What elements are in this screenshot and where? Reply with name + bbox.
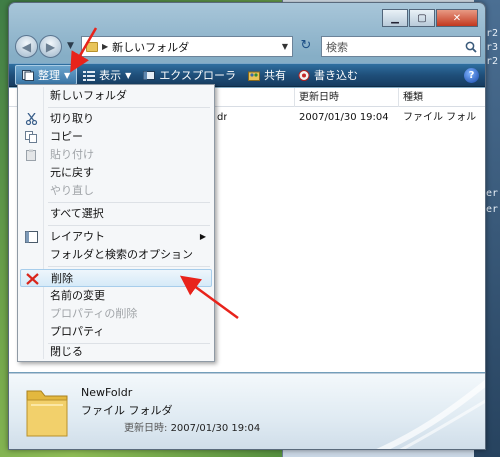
share-button[interactable]: 共有	[242, 64, 292, 86]
forward-button[interactable]: ▶	[39, 35, 62, 58]
navigation-bar: ◀ ▶ ▼ ▶ 新しいフォルダ ▼ ↻ 検索	[15, 35, 481, 61]
menu-item-paste[interactable]: 貼り付け	[20, 146, 212, 164]
menu-item-redo[interactable]: やり直し	[20, 182, 212, 200]
menu-item-label: 新しいフォルダ	[50, 89, 127, 102]
column-header-date[interactable]: 更新日時	[294, 88, 398, 107]
views-icon	[83, 70, 96, 81]
submenu-arrow-icon: ▶	[199, 232, 206, 241]
background-text: er	[485, 204, 498, 215]
detail-date-label: 更新日時:	[124, 423, 168, 434]
paste-icon	[26, 149, 36, 161]
menu-item-close[interactable]: 閉じる	[20, 343, 212, 361]
caption-buttons: ▁ ▢ ✕	[382, 9, 478, 27]
chevron-down-icon: ▼	[125, 70, 132, 80]
menu-item-new-folder[interactable]: 新しいフォルダ	[20, 87, 212, 105]
menu-item-copy[interactable]: コピー	[20, 128, 212, 146]
menu-item-label: 閉じる	[50, 345, 83, 358]
close-button[interactable]: ✕	[436, 9, 478, 27]
menu-item-label: すべて選択	[50, 207, 104, 220]
search-placeholder: 検索	[326, 40, 348, 54]
search-input[interactable]: 検索	[321, 36, 481, 57]
explorer-icon	[143, 70, 156, 80]
menu-item-label: 元に戻す	[50, 166, 94, 179]
menu-item-folder-options[interactable]: フォルダと検索のオプション	[20, 246, 212, 264]
menu-item-label: やり直し	[50, 184, 94, 197]
menu-separator	[48, 202, 210, 203]
organize-menu: 新しいフォルダ 切り取り コピー 貼り付け 元に戻す やり直し すべて選択 レイ…	[17, 84, 215, 362]
menu-item-select-all[interactable]: すべて選択	[20, 205, 212, 223]
menu-item-remove-properties[interactable]: プロパティの削除	[20, 305, 212, 323]
burn-disc-icon	[298, 69, 310, 81]
menu-item-label: 名前の変更	[50, 289, 105, 302]
scissors-icon	[25, 113, 38, 125]
decorative-swoosh	[376, 379, 485, 449]
menu-item-label: プロパティの削除	[50, 307, 138, 320]
detail-folder-name: NewFoldr	[81, 386, 133, 399]
layout-icon	[25, 231, 38, 243]
burn-label: 書き込む	[313, 69, 358, 82]
address-bar[interactable]: ▶ 新しいフォルダ ▼	[81, 36, 293, 57]
delete-x-icon	[26, 273, 39, 285]
menu-item-properties[interactable]: プロパティ	[20, 323, 212, 341]
breadcrumb-separator-icon[interactable]: ▶	[102, 42, 108, 51]
menu-item-label: プロパティ	[50, 325, 105, 338]
explorer-label: エクスプローラ	[159, 69, 236, 82]
folder-large-icon	[26, 390, 68, 437]
menu-item-delete[interactable]: 削除	[20, 269, 212, 287]
organize-button[interactable]: 整理 ▼	[15, 65, 78, 85]
file-date-cell: 2007/01/30 19:04	[299, 112, 389, 123]
menu-item-rename[interactable]: 名前の変更	[20, 287, 212, 305]
column-header-type[interactable]: 種類	[398, 88, 485, 107]
menu-item-cut[interactable]: 切り取り	[20, 110, 212, 128]
help-icon[interactable]: ?	[464, 67, 479, 83]
minimize-button[interactable]: ▁	[382, 9, 408, 27]
menu-separator	[48, 107, 210, 108]
views-label: 表示	[99, 69, 122, 82]
address-dropdown-icon[interactable]: ▼	[278, 42, 292, 51]
back-button[interactable]: ◀	[15, 35, 38, 58]
organize-icon	[22, 69, 34, 81]
menu-item-label: コピー	[50, 130, 83, 143]
copy-icon	[25, 131, 37, 143]
menu-item-layout[interactable]: レイアウト ▶	[20, 228, 212, 246]
burn-button[interactable]: 書き込む	[292, 64, 364, 86]
share-label: 共有	[263, 69, 286, 82]
file-type-cell: ファイル フォル	[403, 112, 477, 123]
menu-separator	[48, 225, 210, 226]
detail-modified-date: 更新日時: 2007/01/30 19:04	[124, 419, 260, 434]
recent-pages-dropdown[interactable]: ▼	[67, 41, 74, 51]
search-icon[interactable]	[465, 41, 477, 53]
organize-label: 整理	[38, 69, 60, 82]
share-icon	[247, 71, 260, 81]
details-pane: NewFoldr ファイル フォルダ 更新日時: 2007/01/30 19:0…	[9, 373, 485, 449]
chevron-down-icon: ▼	[64, 70, 71, 80]
menu-item-undo[interactable]: 元に戻す	[20, 164, 212, 182]
menu-item-label: 貼り付け	[50, 148, 94, 161]
menu-item-label: 削除	[51, 272, 73, 285]
refresh-icon[interactable]: ↻	[297, 38, 315, 56]
detail-folder-type: ファイル フォルダ	[81, 404, 173, 417]
maximize-button[interactable]: ▢	[409, 9, 435, 27]
explorer-button[interactable]: エクスプローラ	[137, 64, 242, 86]
views-button[interactable]: 表示 ▼	[77, 64, 137, 86]
file-name-cell: dr	[217, 112, 228, 123]
address-path: 新しいフォルダ	[112, 40, 190, 54]
menu-item-label: レイアウト	[50, 230, 105, 243]
folder-icon	[86, 41, 98, 52]
menu-item-label: フォルダと検索のオプション	[50, 248, 193, 261]
menu-item-label: 切り取り	[50, 112, 94, 125]
menu-separator	[48, 266, 210, 267]
detail-date-value: 2007/01/30 19:04	[170, 423, 261, 434]
